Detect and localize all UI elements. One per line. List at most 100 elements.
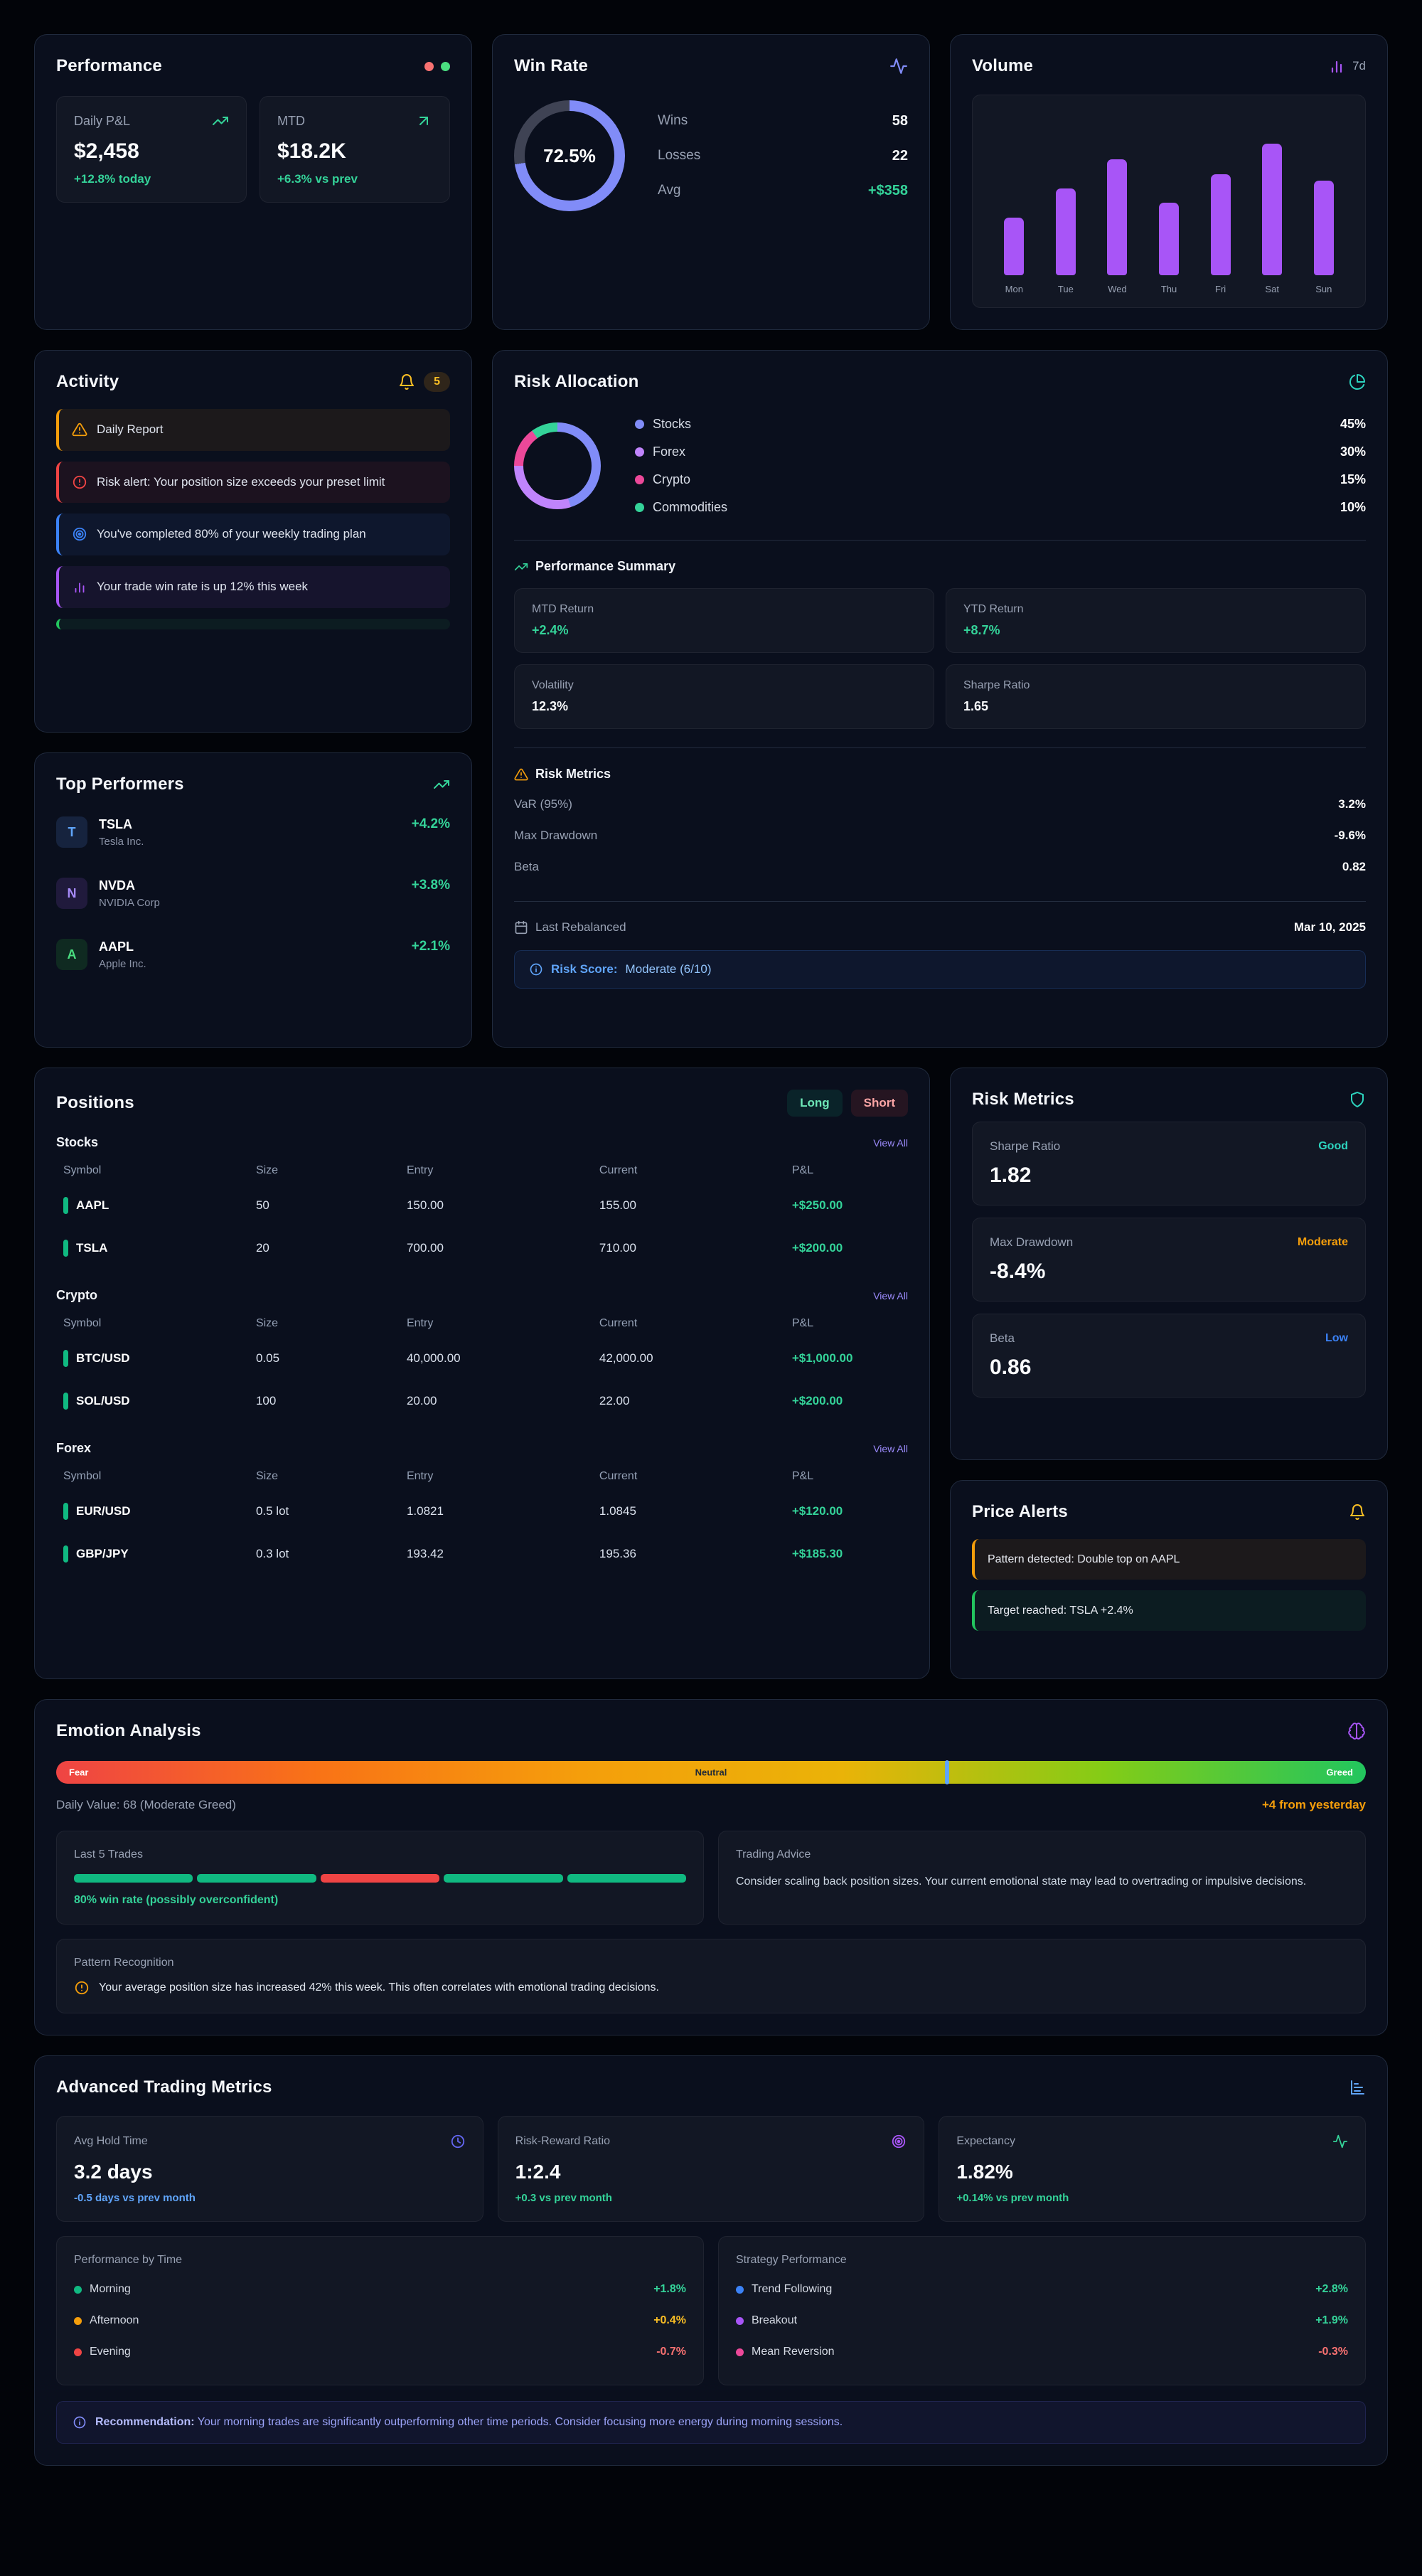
long-filter-button[interactable]: Long (787, 1090, 843, 1117)
activity-item-text: Risk alert: Your position size exceeds y… (97, 474, 385, 491)
expectancy-label: Expectancy (956, 2135, 1015, 2148)
legend-percent: 30% (1340, 445, 1366, 459)
win-rate-caption: 80% win rate (possibly overconfident) (74, 1894, 686, 1907)
ytd-return-box: YTD Return +8.7% (946, 588, 1366, 653)
position-pnl: +$120.00 (792, 1504, 901, 1518)
pattern-recognition-label: Pattern Recognition (74, 1957, 1348, 1969)
avg-hold-time-change: -0.5 days vs prev month (74, 2192, 466, 2204)
position-current: 195.36 (599, 1547, 792, 1561)
alert-target-reached[interactable]: Target reached: TSLA +2.4% (972, 1590, 1366, 1631)
red-dot-icon (424, 62, 434, 71)
group-name: Stocks (56, 1135, 98, 1150)
activity-title: Activity (56, 372, 119, 392)
table-row[interactable]: GBP/JPY 0.3 lot 193.42 195.36 +$185.30 (56, 1533, 908, 1575)
wins-value: 58 (892, 113, 908, 129)
activity-item-daily-report[interactable]: Daily Report (56, 409, 450, 451)
performance-by-time-label: Performance by Time (74, 2254, 686, 2267)
wins-row: Wins 58 (658, 104, 908, 139)
col-current: Current (599, 1317, 792, 1330)
avg-row: Avg +$358 (658, 174, 908, 208)
long-indicator-pill (63, 1350, 68, 1367)
position-current: 710.00 (599, 1241, 792, 1255)
mean-reversion-row: Mean Reversion -0.3% (736, 2336, 1348, 2368)
sharpe-ratio-value: 1.65 (963, 699, 1348, 714)
col-entry: Entry (407, 1470, 599, 1483)
neutral-label: Neutral (695, 1767, 727, 1778)
table-row[interactable]: AAPL 50 150.00 155.00 +$250.00 (56, 1184, 908, 1227)
table-row[interactable]: BTC/USD 0.05 40,000.00 42,000.00 +$1,000… (56, 1337, 908, 1380)
activity-item-clipped[interactable] (56, 619, 450, 629)
performer-row-tsla[interactable]: T TSLA Tesla Inc. +4.2% (56, 802, 450, 863)
trading-advice-text: Consider scaling back position sizes. Yo… (736, 1873, 1348, 1891)
volume-card: Volume 7d MonTueWedThuFriSatSun (950, 34, 1388, 330)
position-size: 0.3 lot (256, 1547, 407, 1561)
avg-hold-time-box: Avg Hold Time 3.2 days -0.5 days vs prev… (56, 2116, 483, 2222)
position-pnl: +$200.00 (792, 1241, 901, 1255)
volume-bar-column: Tue (1040, 114, 1092, 294)
activity-item-win-rate-up[interactable]: Your trade win rate is up 12% this week (56, 566, 450, 608)
max-drawdown-label: Max Drawdown (514, 829, 597, 843)
col-pnl: P&L (792, 1164, 901, 1177)
short-filter-button[interactable]: Short (851, 1090, 908, 1117)
view-all-link[interactable]: View All (873, 1137, 908, 1149)
fear-greed-gradient-bar: Fear Neutral Greed (56, 1761, 1366, 1784)
activity-item-text: Daily Report (97, 421, 164, 439)
performance-by-time-box: Performance by Time Morning +1.8% Aftern… (56, 2236, 704, 2385)
activity-card: Activity 5 Daily Report (34, 350, 472, 733)
daily-pnl-value: $2,458 (74, 139, 229, 164)
alert-text: Pattern detected: Double top on AAPL (988, 1551, 1180, 1568)
legend-row-stocks: Stocks 45% (635, 410, 1366, 438)
col-size: Size (256, 1317, 407, 1330)
volume-bar (1107, 159, 1127, 275)
position-current: 1.0845 (599, 1504, 792, 1518)
volume-bar-label: Tue (1058, 284, 1074, 294)
position-pnl: +$250.00 (792, 1198, 901, 1213)
performance-summary-title: Performance Summary (535, 559, 675, 574)
bell-icon[interactable] (398, 373, 415, 390)
losses-label: Losses (658, 148, 700, 164)
strategy-value: +2.8% (1315, 2283, 1348, 2296)
table-row[interactable]: SOL/USD 100 20.00 22.00 +$200.00 (56, 1380, 908, 1422)
activity-item-risk-alert[interactable]: Risk alert: Your position size exceeds y… (56, 462, 450, 504)
activity-pulse-icon (1332, 2134, 1348, 2149)
last-5-trades-label: Last 5 Trades (74, 1848, 686, 1861)
activity-item-weekly-plan[interactable]: You've completed 80% of your weekly trad… (56, 513, 450, 555)
performer-row-aapl[interactable]: A AAPL Apple Inc. +2.1% (56, 924, 450, 985)
long-indicator-pill (63, 1545, 68, 1563)
period-name: Evening (90, 2346, 131, 2358)
breakout-row: Breakout +1.9% (736, 2305, 1348, 2336)
bell-icon[interactable] (1349, 1503, 1366, 1521)
ytd-return-value: +8.7% (963, 623, 1348, 638)
col-pnl: P&L (792, 1470, 901, 1483)
table-row[interactable]: TSLA 20 700.00 710.00 +$200.00 (56, 1227, 908, 1270)
target-icon (891, 2134, 907, 2149)
legend-row-forex: Forex 30% (635, 438, 1366, 466)
greed-label: Greed (1326, 1767, 1353, 1778)
col-entry: Entry (407, 1317, 599, 1330)
win-rate-title: Win Rate (514, 56, 588, 76)
gauge-marker[interactable] (945, 1760, 949, 1784)
group-name: Crypto (56, 1288, 97, 1303)
notification-count-badge: 5 (424, 372, 450, 392)
avatar: A (56, 939, 87, 970)
trending-up-icon (212, 112, 229, 129)
status-badge: Good (1318, 1140, 1348, 1153)
position-symbol: EUR/USD (76, 1504, 131, 1518)
strategy-value: +1.9% (1315, 2314, 1348, 2327)
performer-row-nvda[interactable]: N NVDA NVIDIA Corp +3.8% (56, 863, 450, 924)
alert-pattern-detected[interactable]: Pattern detected: Double top on AAPL (972, 1539, 1366, 1580)
recommendation-label: Recommendation: (95, 2416, 195, 2428)
max-drawdown-value: -9.6% (1335, 829, 1366, 843)
mtd-return-value: +2.4% (532, 623, 916, 638)
win-rate-stats: Wins 58 Losses 22 Avg +$358 (658, 104, 908, 208)
view-all-link[interactable]: View All (873, 1290, 908, 1302)
view-all-link[interactable]: View All (873, 1443, 908, 1454)
risk-score-value: Moderate (6/10) (626, 962, 712, 976)
risk-allocation-title: Risk Allocation (514, 372, 638, 392)
table-row[interactable]: EUR/USD 0.5 lot 1.0821 1.0845 +$120.00 (56, 1490, 908, 1533)
long-indicator-pill (63, 1197, 68, 1214)
daily-pnl-stat: Daily P&L $2,458 +12.8% today (56, 96, 247, 203)
metric-label: Max Drawdown (990, 1235, 1073, 1250)
wins-label: Wins (658, 113, 688, 129)
period-name: Afternoon (90, 2314, 139, 2327)
